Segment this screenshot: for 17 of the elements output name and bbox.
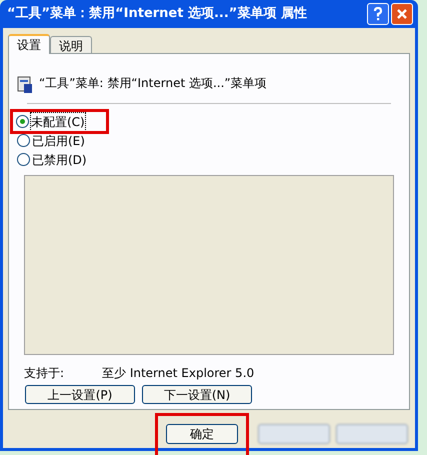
nav-button[interactable]: 上一设置(P) <box>25 385 135 404</box>
help-button[interactable] <box>367 3 389 25</box>
policy-title: “工具”菜单: 禁用“Internet 选项...”菜单项 <box>39 75 267 92</box>
supported-label: 支持于: <box>24 365 66 382</box>
tab[interactable]: 设置 <box>8 34 50 54</box>
radio-button[interactable]: 未配置(C) <box>16 112 85 130</box>
close-icon <box>396 8 408 20</box>
supported-value: 至少 Internet Explorer 5.0 <box>102 365 254 382</box>
ok-button[interactable]: 确定 <box>166 424 238 444</box>
close-button[interactable] <box>391 3 413 25</box>
radio-button[interactable]: 已启用(E) <box>17 132 85 150</box>
policy-icon <box>17 76 33 94</box>
window-title: “工具”菜单：禁用“Internet 选项...”菜单项 属性 <box>7 5 308 24</box>
question-mark-icon <box>373 7 383 21</box>
nav-button[interactable]: 下一设置(N) <box>142 385 252 404</box>
tab[interactable]: 说明 <box>50 36 92 53</box>
radio-button[interactable]: 已禁用(D) <box>17 150 87 168</box>
